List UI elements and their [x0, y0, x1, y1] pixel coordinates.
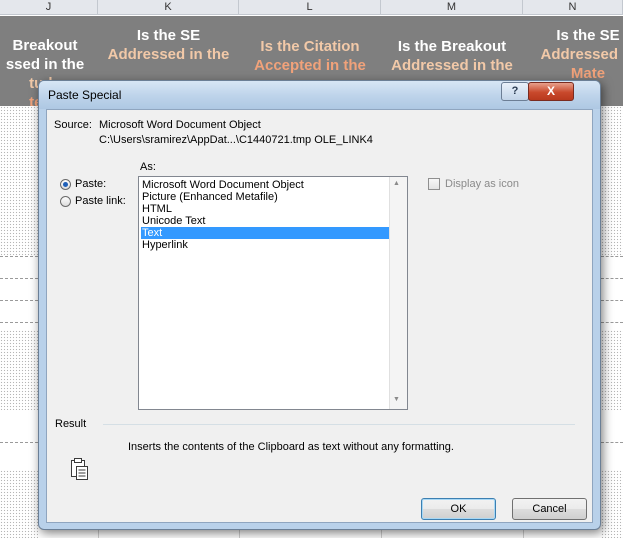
result-separator	[103, 424, 575, 425]
dialog-body: Source: Microsoft Word Document Object C…	[46, 109, 593, 523]
clipboard-icon	[70, 457, 90, 481]
list-item[interactable]: HTML	[141, 203, 391, 215]
cell-border-pattern	[0, 330, 38, 410]
row-border	[0, 442, 38, 443]
source-path: C:\Users\sramirez\AppDat...\C1440721.tmp…	[99, 134, 373, 146]
display-as-icon-checkbox[interactable]	[428, 178, 440, 190]
format-list[interactable]: Microsoft Word Document Object Picture (…	[138, 176, 408, 410]
source-label: Source:	[54, 119, 92, 131]
scroll-up-icon[interactable]: ▲	[393, 180, 400, 187]
list-item[interactable]: Hyperlink	[141, 239, 391, 251]
row-border	[601, 442, 623, 443]
cell-border-pattern	[601, 330, 623, 410]
cell-border-pattern	[0, 470, 38, 538]
row-border	[0, 300, 38, 301]
paste-link-radio-label[interactable]: Paste link:	[75, 195, 126, 207]
as-label: As:	[140, 161, 156, 173]
result-description: Inserts the contents of the Clipboard as…	[128, 441, 454, 453]
ok-button[interactable]: OK	[421, 498, 496, 520]
header-cell-j-line: ssed in the	[5, 56, 85, 73]
help-icon: ?	[511, 85, 519, 97]
paste-link-radio[interactable]	[60, 196, 71, 207]
column-header-n[interactable]: N	[523, 0, 623, 15]
header-cell-n-line: Addressed in	[540, 46, 623, 63]
list-scrollbar[interactable]: ▲ ▼	[389, 177, 407, 409]
list-item-selected[interactable]: Text	[141, 227, 391, 239]
close-button[interactable]: X	[528, 82, 574, 101]
header-cell-l-line: Is the Citation	[260, 38, 360, 55]
list-item[interactable]: Picture (Enhanced Metafile)	[141, 191, 391, 203]
cell-border-pattern	[601, 106, 623, 256]
help-button[interactable]: ?	[501, 82, 529, 101]
paste-radio[interactable]	[60, 179, 71, 190]
column-header-m[interactable]: M	[381, 0, 523, 15]
header-cell-k-line: Addressed in the	[107, 46, 230, 63]
column-header-j[interactable]: J	[0, 0, 98, 15]
list-item[interactable]: Microsoft Word Document Object	[141, 179, 391, 191]
cancel-button[interactable]: Cancel	[512, 498, 587, 520]
scroll-down-icon[interactable]: ▼	[393, 396, 400, 403]
column-header-k[interactable]: K	[98, 0, 239, 15]
dialog-title-bar[interactable]: Paste Special ? X	[39, 81, 600, 109]
row-border	[601, 322, 623, 323]
source-object: Microsoft Word Document Object	[99, 119, 261, 131]
close-icon: X	[546, 84, 555, 98]
display-as-icon-label[interactable]: Display as icon	[445, 178, 519, 190]
paste-special-dialog: Paste Special ? X Source: Microsoft Word…	[38, 80, 601, 530]
result-label: Result	[55, 418, 87, 430]
row-border	[601, 256, 623, 257]
cell-border-pattern	[601, 470, 623, 538]
header-cell-m-line: Addressed in the	[391, 57, 513, 74]
row-border	[0, 278, 38, 279]
header-cell-k-line: Is the SE	[136, 27, 201, 44]
dialog-title: Paste Special	[48, 88, 122, 102]
list-item[interactable]: Unicode Text	[141, 215, 391, 227]
header-cell-l-line: Accepted in the	[254, 57, 366, 74]
header-cell-j-line: Breakout	[12, 37, 78, 54]
row-border	[601, 300, 623, 301]
cell-border-pattern	[0, 106, 38, 256]
header-cell-n-line: Is the SE	[556, 27, 620, 44]
paste-radio-label[interactable]: Paste:	[75, 178, 106, 190]
row-border	[0, 322, 38, 323]
row-border	[601, 278, 623, 279]
header-cell-m-line: Is the Breakout	[397, 38, 507, 55]
column-header-l[interactable]: L	[239, 0, 381, 15]
row-border	[0, 256, 38, 257]
